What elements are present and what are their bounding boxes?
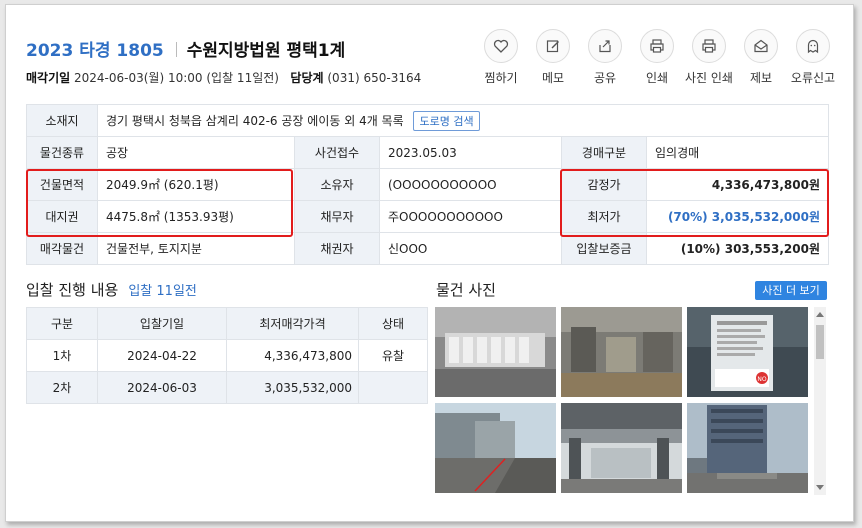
- deposit-label: 입찰보증금: [561, 232, 647, 265]
- date-cell: 2024-06-03: [97, 371, 227, 404]
- table-row: 매각물건 건물전부, 토지지분 채권자 신OOO 입찰보증금 (10%) 303…: [26, 232, 830, 265]
- price-cell: 4,336,473,800: [226, 339, 359, 372]
- column-header: 상태: [358, 307, 428, 340]
- share-button[interactable]: 공유: [578, 29, 632, 86]
- type-value: 공장: [97, 136, 295, 169]
- heart-icon: [493, 39, 509, 53]
- share-label: 공유: [593, 71, 617, 85]
- land-right-value: 4475.8㎡ (1353.93평): [97, 200, 295, 233]
- memo-button[interactable]: 메모: [526, 29, 580, 86]
- photo-scrollbar[interactable]: [814, 307, 826, 495]
- scroll-up-icon[interactable]: [816, 312, 824, 317]
- table-row: 2차 2024-06-03 3,035,532,000: [26, 371, 428, 404]
- auction-detail-card: 2023 타경 1805 수원지방법원 평택1계 매각기일 2024-06-03(…: [5, 4, 854, 522]
- status-cell: [358, 371, 428, 404]
- printer-icon: [650, 39, 664, 53]
- building-area-value: 2049.9㎡ (620.1평): [97, 168, 295, 201]
- min-price-value: (70%) 3,035,532,000원: [645, 200, 830, 233]
- case-received-value: 2023.05.03: [379, 136, 562, 169]
- owner-label: 소유자: [294, 168, 380, 201]
- column-header: 최저매각가격: [226, 307, 359, 340]
- location-value: 경기 평택시 청북읍 삼계리 402-6 공장 에이동 외 4개 목록: [106, 113, 404, 128]
- property-photo[interactable]: NO: [687, 307, 808, 397]
- court-name: 수원지방법원 평택1계: [186, 41, 346, 61]
- property-photo[interactable]: [561, 403, 682, 493]
- favorite-button[interactable]: 찜하기: [474, 29, 528, 86]
- pencil-icon: [546, 40, 559, 53]
- scroll-thumb[interactable]: [816, 325, 824, 359]
- error-report-label: 오류신고: [790, 71, 836, 85]
- table-row: 소재지 경기 평택시 청북읍 삼계리 402-6 공장 에이동 외 4개 목록 …: [26, 104, 830, 137]
- status-cell: 유찰: [358, 339, 428, 372]
- progress-section-title: 입찰 진행 내용 입찰 11일전: [26, 279, 197, 300]
- deposit-value: (10%) 303,553,200원: [645, 232, 830, 265]
- envelope-icon: [754, 39, 768, 53]
- appraisal-label: 감정가: [561, 168, 647, 201]
- column-header: 구분: [26, 307, 98, 340]
- property-info-table: 소재지 경기 평택시 청북읍 삼계리 402-6 공장 에이동 외 4개 목록 …: [26, 104, 830, 265]
- scroll-down-icon[interactable]: [816, 485, 824, 490]
- property-photo[interactable]: [435, 307, 556, 397]
- ghost-icon: [807, 39, 819, 54]
- photo-print-label: 사진 인쇄: [685, 71, 733, 85]
- debtor-value: 주OOOOOOOOOOO: [379, 200, 562, 233]
- photo-print-button[interactable]: 사진 인쇄: [682, 29, 736, 86]
- debtor-label: 채무자: [294, 200, 380, 233]
- creditor-label: 채권자: [294, 232, 380, 265]
- title-divider: [175, 42, 177, 57]
- sale-date-value: 2024-06-03(월) 10:00 (입찰 11일전): [74, 71, 279, 85]
- auction-type-value: 임의경매: [645, 136, 830, 169]
- case-number: 2023 타경 1805: [26, 41, 164, 61]
- round-cell: 1차: [26, 339, 98, 372]
- photo-section-title: 물건 사진: [436, 281, 496, 299]
- print-button[interactable]: 인쇄: [630, 29, 684, 86]
- building-area-label: 건물면적: [26, 168, 98, 201]
- printer-icon: [702, 39, 716, 53]
- type-label: 물건종류: [26, 136, 98, 169]
- favorite-label: 찜하기: [484, 71, 518, 85]
- table-row: 대지권 4475.8㎡ (1353.93평) 채무자 주OOOOOOOOOOO …: [26, 200, 830, 233]
- progress-subtitle: 입찰 11일전: [128, 284, 197, 299]
- dept-label: 담당계: [290, 71, 324, 85]
- sale-info-line: 매각기일 2024-06-03(월) 10:00 (입찰 11일전) 담당계 (…: [26, 69, 421, 86]
- sale-item-value: 건물전부, 토지지분: [97, 232, 295, 265]
- error-report-button[interactable]: 오류신고: [786, 29, 840, 86]
- memo-label: 메모: [541, 71, 565, 85]
- price-cell: 3,035,532,000: [226, 371, 359, 404]
- owner-value: (OOOOOOOOOOO: [379, 168, 562, 201]
- progress-title: 입찰 진행 내용: [26, 281, 119, 299]
- page-title: 2023 타경 1805 수원지방법원 평택1계: [26, 36, 345, 61]
- table-row: 건물면적 2049.9㎡ (620.1평) 소유자 (OOOOOOOOOOO 감…: [26, 168, 830, 201]
- appraisal-value: 4,336,473,800원: [645, 168, 830, 201]
- road-name-search-button[interactable]: 도로명 검색: [413, 110, 480, 131]
- date-cell: 2024-04-22: [97, 339, 227, 372]
- location-label: 소재지: [26, 104, 98, 137]
- property-photo[interactable]: [687, 403, 808, 493]
- sale-date-label: 매각기일: [26, 71, 71, 85]
- bid-progress-table: 구분 입찰기일 최저매각가격 상태 1차 2024-04-22 4,336,47…: [26, 307, 428, 404]
- more-photos-button[interactable]: 사진 더 보기: [755, 281, 827, 300]
- table-row: 1차 2024-04-22 4,336,473,800 유찰: [26, 339, 428, 372]
- sign-text: NO: [757, 376, 766, 383]
- land-right-label: 대지권: [26, 200, 98, 233]
- table-header-row: 구분 입찰기일 최저매각가격 상태: [26, 307, 428, 340]
- auction-type-label: 경매구분: [561, 136, 647, 169]
- case-received-label: 사건접수: [294, 136, 380, 169]
- report-label: 제보: [749, 71, 773, 85]
- print-label: 인쇄: [645, 71, 669, 85]
- column-header: 입찰기일: [97, 307, 227, 340]
- share-icon: [599, 40, 611, 53]
- report-button[interactable]: 제보: [734, 29, 788, 86]
- creditor-value: 신OOO: [379, 232, 562, 265]
- property-photo[interactable]: [561, 307, 682, 397]
- round-cell: 2차: [26, 371, 98, 404]
- min-price-label: 최저가: [561, 200, 647, 233]
- location-cell: 경기 평택시 청북읍 삼계리 402-6 공장 에이동 외 4개 목록 도로명 …: [96, 104, 830, 137]
- property-photo[interactable]: [435, 403, 556, 493]
- sale-item-label: 매각물건: [26, 232, 98, 265]
- table-row: 물건종류 공장 사건접수 2023.05.03 경매구분 임의경매: [26, 136, 830, 169]
- dept-phone: (031) 650-3164: [327, 71, 422, 85]
